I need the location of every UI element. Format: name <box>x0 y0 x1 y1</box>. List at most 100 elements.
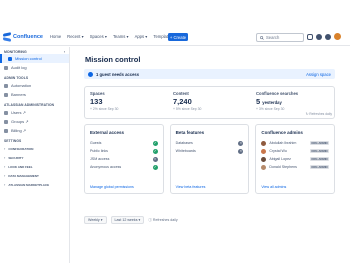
sidebar-item-label: CONFIGURATION <box>8 146 34 151</box>
sidebar-item-label: Groups ↗ <box>11 119 29 124</box>
check-icon: ✓ <box>152 148 158 154</box>
stat-label: Content <box>173 91 189 96</box>
main-nav: Home Recent ▾ Spaces ▾ Teams ▾ Apps ▾ Te… <box>50 34 172 39</box>
stat-change: + 3% since Sep 30 <box>256 107 285 111</box>
avatar[interactable] <box>334 33 341 40</box>
list-item[interactable]: Public links ✓ <box>90 147 158 155</box>
audit-log-icon <box>4 65 8 70</box>
admin-sidebar: MONITORING ‹ Mission control Audit log A… <box>0 47 70 263</box>
assign-space-link[interactable]: Assign space <box>306 72 331 77</box>
sidebar-item-label: Billing ↗ <box>11 128 27 133</box>
page-title: Mission control <box>85 55 141 64</box>
role-badge: ORG ADMIN <box>309 165 330 169</box>
stat-label: Confluence searches <box>256 91 299 96</box>
confluence-logo-icon <box>3 33 11 41</box>
filters-row: Weekly ▾ Last 12 weeks ▾ ⓘ Refreshes dai… <box>84 216 178 224</box>
sidebar-section-atlassian-admin: ATLASSIAN ADMINISTRATION <box>4 103 55 107</box>
confluence-logo[interactable]: Confluence <box>3 33 43 41</box>
sidebar-item-label: Automation <box>11 83 32 88</box>
external-access-card: External access Guests ✓ Public links ✓ JS… <box>84 124 164 194</box>
role-badge: ORG ADMIN <box>309 141 330 145</box>
chevron-right-icon: › <box>4 164 6 169</box>
range-select[interactable]: Last 12 weeks ▾ <box>110 216 145 224</box>
avatar <box>261 164 267 170</box>
sidebar-item-security[interactable]: › SECURITY <box>0 153 69 162</box>
list-item[interactable]: Databases × <box>176 139 244 147</box>
sidebar-item-label: Audit log <box>11 65 27 70</box>
sidebar-item-groups[interactable]: Groups ↗ <box>0 117 69 126</box>
manage-permissions-link[interactable]: Manage global permissions <box>90 185 134 189</box>
top-navigation: Confluence Home Recent ▾ Spaces ▾ Teams … <box>0 30 350 46</box>
collapse-sidebar-icon[interactable]: ‹ <box>64 50 65 54</box>
sidebar-item-banners[interactable]: Banners <box>0 90 69 99</box>
sidebar-item-configuration[interactable]: › CONFIGURATION <box>0 144 69 153</box>
stat-value: 5 <box>256 97 261 106</box>
list-item[interactable]: Crystal Wu ORG ADMIN <box>261 147 330 155</box>
sidebar-item-atlassian-marketplace[interactable]: › ATLASSIAN MARKETPLACE <box>0 180 69 189</box>
notifications-icon[interactable] <box>307 33 313 40</box>
card-title: Beta features <box>175 130 205 135</box>
refresh-note: ↻ Refreshes daily <box>305 112 332 116</box>
sidebar-item-mission-control[interactable]: Mission control <box>0 54 69 63</box>
view-beta-features-link[interactable]: View beta features <box>176 185 206 189</box>
row-label: Guests <box>90 141 102 145</box>
card-title: External access <box>90 130 125 135</box>
list-item[interactable]: Guests ✓ <box>90 139 158 147</box>
search-placeholder: Search <box>266 35 280 40</box>
sidebar-item-automation[interactable]: Automation <box>0 81 69 90</box>
period-select[interactable]: Weekly ▾ <box>84 216 107 224</box>
users-icon <box>4 110 8 115</box>
list-item[interactable]: Anonymous access ✓ <box>90 163 158 171</box>
sidebar-item-users[interactable]: Users ↗ <box>0 108 69 117</box>
stat-content: Content 7,240 + 5% since Sep 30 <box>168 87 251 118</box>
refresh-info: ⓘ Refreshes daily <box>148 217 178 222</box>
check-icon: ✓ <box>152 140 158 146</box>
sidebar-item-label: Users ↗ <box>11 110 26 115</box>
billing-icon <box>4 128 8 133</box>
sidebar-section-monitoring: MONITORING <box>4 50 27 54</box>
stat-value-row: 5 yesterday <box>256 97 329 106</box>
close-icon: × <box>152 156 158 162</box>
search-input[interactable]: Search <box>256 33 304 42</box>
app-name: Confluence <box>13 34 43 40</box>
row-label: Whiteboards <box>175 149 196 153</box>
help-icon[interactable] <box>316 33 322 40</box>
create-button[interactable]: + Create <box>168 33 188 41</box>
sidebar-section-settings: SETTINGS <box>4 139 22 143</box>
confluence-admins-card: Confluence admins Abdullah Ibrahim ORG AD… <box>255 124 336 194</box>
nav-teams[interactable]: Teams ▾ <box>113 34 129 39</box>
sidebar-item-audit-log[interactable]: Audit log <box>0 63 69 72</box>
sidebar-item-billing[interactable]: Billing ↗ <box>0 126 69 135</box>
search-icon <box>260 35 264 40</box>
admin-name: Crystal Wu <box>269 149 287 153</box>
automation-icon <box>4 83 8 88</box>
settings-icon[interactable] <box>325 33 331 40</box>
main-content: Mission control 1 guest needs access Ass… <box>78 47 350 263</box>
sidebar-item-look-and-feel[interactable]: › LOOK AND FEEL <box>0 162 69 171</box>
admin-name: Donald Stephens <box>269 165 297 169</box>
role-badge: ORG ADMIN <box>309 157 330 161</box>
row-label: Anonymous access <box>90 165 122 169</box>
card-title: Confluence admins <box>261 130 303 135</box>
list-item[interactable]: Abdullah Ibrahim ORG ADMIN <box>261 139 330 147</box>
nav-apps[interactable]: Apps ▾ <box>135 34 148 39</box>
nav-spaces[interactable]: Spaces ▾ <box>90 34 107 39</box>
list-item[interactable]: JSM access × <box>90 155 158 163</box>
sidebar-item-data-management[interactable]: › DATA MANAGEMENT <box>0 171 69 180</box>
beta-features-card: Beta features Databases × Whiteboards × Vi… <box>169 124 250 194</box>
nav-recent[interactable]: Recent ▾ <box>67 34 84 39</box>
list-item[interactable]: Donald Stephens ORG ADMIN <box>261 163 330 171</box>
chevron-right-icon: › <box>4 146 6 151</box>
sidebar-item-label: LOOK AND FEEL <box>8 164 33 169</box>
stat-value-suffix: yesterday <box>262 100 282 105</box>
dashboard-icon <box>8 56 12 61</box>
nav-home[interactable]: Home <box>50 34 61 39</box>
sidebar-section-admin-tools: ADMIN TOOLS <box>4 76 29 80</box>
close-icon: × <box>238 148 244 154</box>
list-item[interactable]: Abigail Lopez ORG ADMIN <box>261 155 330 163</box>
view-all-admins-link[interactable]: View all admins <box>261 185 286 189</box>
stat-spaces: Spaces 133 + 2% since Sep 30 <box>85 87 168 118</box>
sidebar-item-label: SECURITY <box>8 155 24 160</box>
stat-change: + 5% since Sep 30 <box>173 107 202 111</box>
list-item[interactable]: Whiteboards × <box>176 147 244 155</box>
